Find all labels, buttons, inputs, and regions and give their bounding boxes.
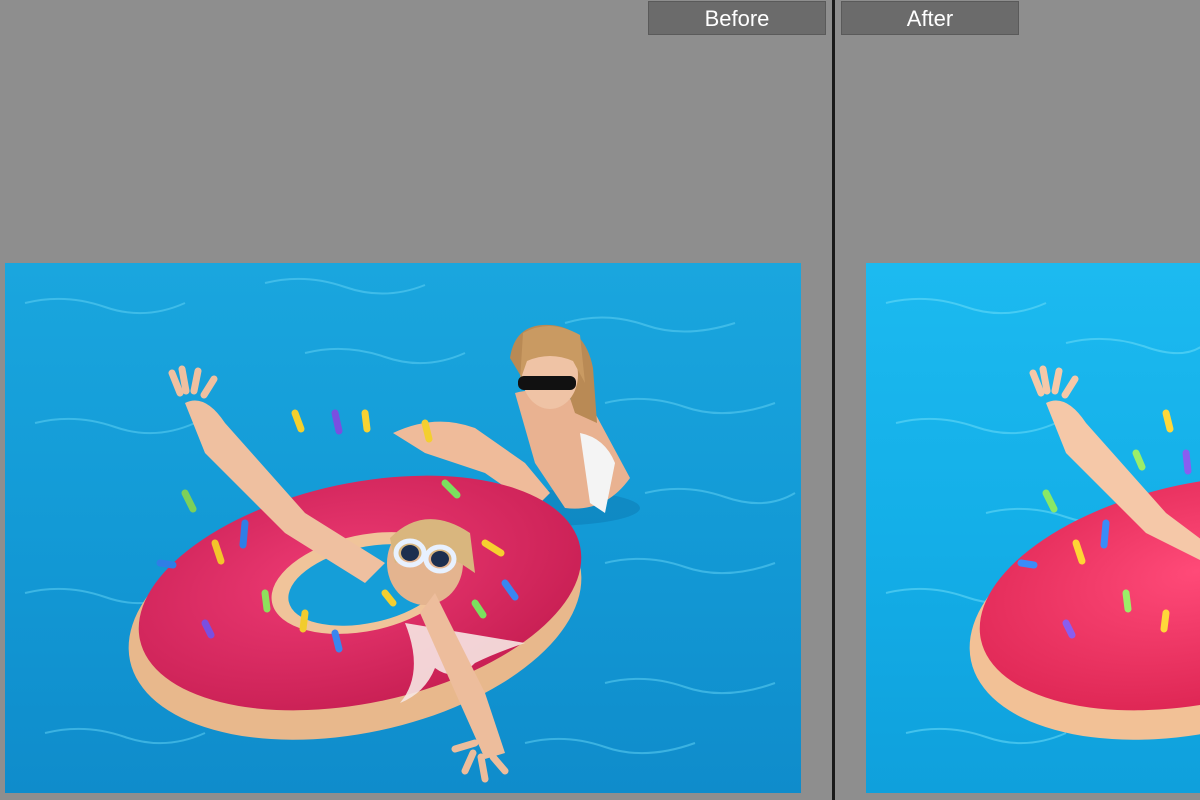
after-photo[interactable] — [866, 263, 1200, 793]
photo-pool-donut-float-edited — [866, 263, 1200, 793]
after-label: After — [841, 1, 1019, 35]
before-pane: Before — [0, 0, 830, 800]
after-pane: After — [836, 0, 1200, 800]
before-photo[interactable] — [5, 263, 801, 793]
photo-pool-donut-float — [5, 263, 801, 793]
compare-workspace: Before After — [0, 0, 1200, 800]
divider-line — [832, 0, 835, 800]
before-label: Before — [648, 1, 826, 35]
